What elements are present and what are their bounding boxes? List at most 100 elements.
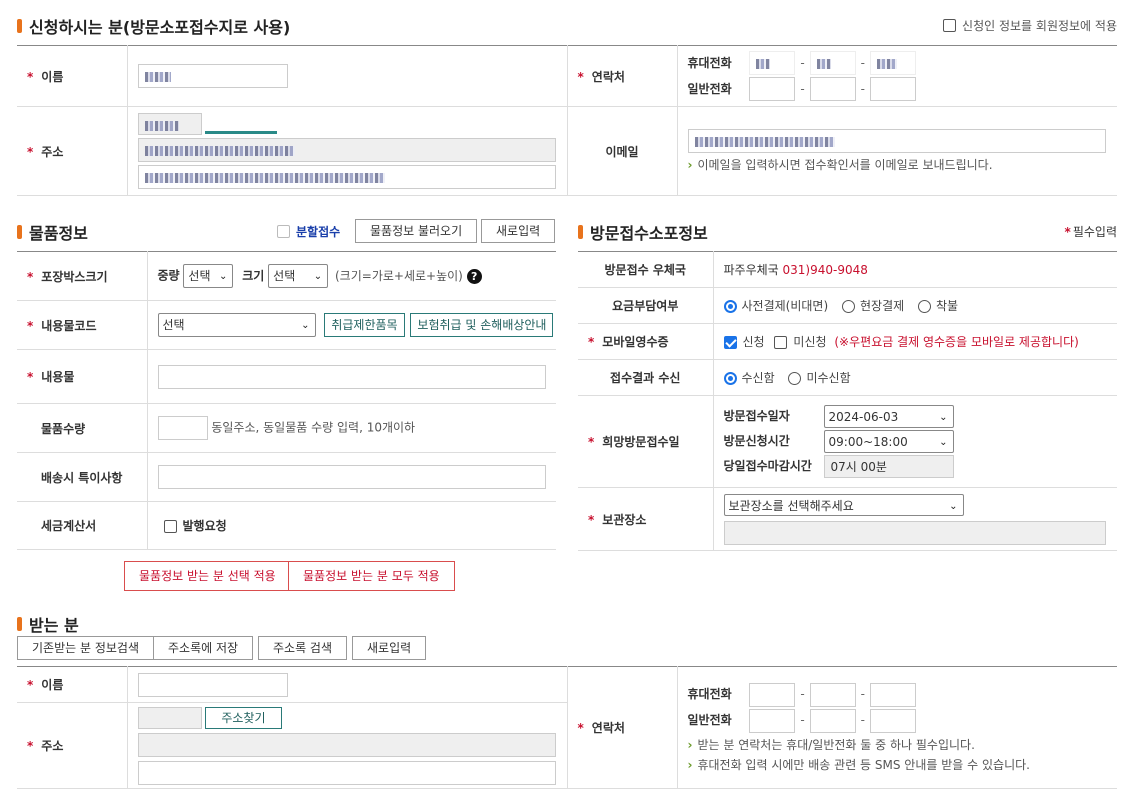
receipt-apply-checkbox[interactable]: 신청 (723, 335, 771, 349)
item-new-button[interactable]: 새로입력 (481, 219, 556, 243)
redacted-text (144, 71, 171, 82)
visit-time-select[interactable]: 09:00~18:00 ⌄ (823, 430, 954, 453)
deadline-label: 당일접수마감시간 (723, 459, 812, 473)
wish-date-label: * 희망방문접수일 (578, 395, 714, 488)
applicant-mobile-label: 휴대전화 (687, 55, 732, 70)
apply-all-receiver-button[interactable]: 물품정보 받는 분 모두 적용 (288, 561, 455, 591)
weight-select[interactable]: 선택 ⌄ (183, 264, 234, 288)
load-item-button[interactable]: 물품정보 불러오기 (355, 219, 478, 243)
storage-select[interactable]: 보관장소를 선택해주세요 ⌄ (723, 493, 964, 516)
size-label: 크기 (242, 268, 265, 283)
fee-option-cod[interactable]: 착불 (917, 299, 968, 313)
item-section-title: 물품정보 (17, 220, 88, 244)
section-bullet-icon (17, 617, 22, 631)
apply-member-info-checkbox[interactable]: 신청인 정보를 회원정보에 적용 (943, 17, 1117, 34)
save-address-book-button[interactable]: 주소록에 저장 (153, 636, 254, 660)
receiver-note-1: › 받는 분 연락처는 휴대/일반전화 둘 중 하나 필수입니다. (687, 737, 975, 752)
apply-member-info-label: 신청인 정보를 회원정보에 적용 (962, 19, 1117, 33)
applicant-address-label: * 주소 (17, 106, 128, 196)
receiver-phone-3[interactable] (870, 708, 917, 733)
time-label: 방문신청시간 (723, 434, 790, 448)
deadline-value: 07시 00분 (823, 455, 954, 478)
receiver-new-button[interactable]: 새로입력 (352, 636, 427, 660)
tax-issue-label: 발행요청 (182, 519, 227, 533)
applicant-address-detail-input[interactable] (137, 165, 556, 189)
visit-table: 방문접수 우체국 파주우체국 031)940-9048 요금부담여부 사전결제(… (578, 251, 1117, 551)
applicant-contact-label: * 연락처 (567, 45, 678, 107)
applicant-name-input[interactable] (137, 64, 288, 88)
receiver-address-input[interactable] (137, 732, 556, 757)
checkbox-icon[interactable] (277, 225, 290, 238)
split-label: 분할접수 (296, 225, 341, 239)
receiver-address-detail-input[interactable] (137, 760, 556, 785)
quantity-note: 동일주소, 동일물품 수량 입력, 10개이하 (211, 420, 416, 435)
receiver-section-title: 받는 분 (17, 612, 79, 636)
office-label: 방문접수 우체국 (578, 251, 714, 288)
receipt-note: (※우편요금 결제 영수증을 모바일로 제공합니다) (834, 335, 1079, 349)
date-label: 방문접수일자 (723, 409, 790, 423)
receiver-mobile-3[interactable] (870, 682, 917, 707)
fee-option-onsite[interactable]: 현장결제 (841, 299, 914, 313)
chevron-down-icon: ⌄ (313, 271, 323, 282)
receiver-postcode-input[interactable] (137, 706, 202, 729)
receiver-address-label: * 주소 (17, 702, 128, 789)
applicant-mobile-1[interactable] (749, 51, 796, 75)
storage-detail-input[interactable] (723, 520, 1106, 545)
special-label: 배송시 특이사항 (17, 452, 148, 502)
checkbox-icon[interactable] (943, 19, 957, 32)
box-size-label: * 포장박스크기 (17, 251, 148, 301)
applicant-address-input[interactable] (137, 138, 556, 162)
applicant-phone-1[interactable] (749, 77, 796, 101)
receiver-phone-2[interactable] (809, 708, 856, 733)
restricted-items-button[interactable]: 취급제한품목 (324, 313, 405, 337)
receipt-no-checkbox[interactable]: 미신청 (774, 335, 830, 349)
storage-label: * 보관장소 (578, 487, 714, 551)
applicant-phone-3[interactable] (870, 77, 917, 101)
insurance-info-button[interactable]: 보험취급 및 손해배상안내 (410, 313, 554, 337)
help-icon[interactable]: ? (466, 268, 482, 284)
size-select[interactable]: 선택 ⌄ (268, 264, 329, 288)
content-code-label: * 내용물코드 (17, 300, 148, 350)
receiver-name-input[interactable] (137, 672, 288, 697)
split-receipt-checkbox[interactable]: 분할접수 (277, 223, 340, 240)
visit-date-select[interactable]: 2024-06-03 ⌄ (823, 405, 954, 428)
office-info: 파주우체국 031)940-9048 (713, 251, 1117, 288)
chevron-down-icon: ⌄ (301, 320, 310, 331)
applicant-postcode-input[interactable] (137, 113, 202, 135)
receiver-table: * 이름 * 연락처 휴대전화 -- 일반전화 -- › 받는 분 연락처는 휴대/일… (17, 666, 1117, 789)
receiver-mobile-2[interactable] (809, 682, 856, 707)
content-code-select[interactable]: 선택 ⌄ (157, 313, 316, 337)
receiver-note-2: › 휴대전화 입력 시에만 배송 관련 등 SMS 안내를 받을 수 있습니다. (687, 757, 1030, 772)
section-bullet-icon (578, 225, 583, 239)
visit-section-title: 방문접수소포정보 (578, 220, 708, 244)
special-input[interactable] (157, 465, 546, 489)
fee-label: 요금부담여부 (578, 287, 714, 324)
receiver-mobile-1[interactable] (749, 682, 796, 707)
receiver-phone-label: 일반전화 (687, 713, 732, 727)
quantity-input[interactable] (157, 416, 208, 440)
applicant-email-input[interactable] (687, 129, 1106, 153)
search-previous-receiver-button[interactable]: 기존받는 분 정보검색 (17, 636, 154, 660)
email-note: › 이메일을 입력하시면 접수확인서를 이메일로 보내드립니다. (687, 158, 993, 172)
result-label: 접수결과 수신 (578, 359, 714, 396)
receiver-contact-label: * 연락처 (567, 666, 678, 789)
apply-selected-receiver-button[interactable]: 물품정보 받는 분 선택 적용 (124, 561, 291, 591)
result-option-no-receive[interactable]: 미수신함 (788, 371, 860, 385)
applicant-find-address-button[interactable] (205, 114, 278, 134)
search-address-book-button[interactable]: 주소록 검색 (258, 636, 348, 660)
chevron-down-icon: ⌄ (219, 271, 228, 282)
receiver-phone-1[interactable] (749, 708, 796, 733)
applicant-phone-2[interactable] (809, 77, 856, 101)
content-input[interactable] (157, 364, 546, 389)
applicant-name-label: * 이름 (17, 45, 128, 107)
applicant-phone-label: 일반전화 (687, 81, 732, 96)
size-hint: (크기=가로+세로+높이) (335, 268, 463, 283)
checkbox-icon[interactable] (163, 520, 177, 533)
content-label: * 내용물 (17, 349, 148, 404)
fee-option-prepaid[interactable]: 사전결제(비대면) (723, 299, 839, 313)
receiver-find-address-button[interactable]: 주소찾기 (205, 706, 282, 729)
result-option-receive[interactable]: 수신함 (723, 371, 785, 385)
tax-issue-checkbox[interactable]: 발행요청 (147, 501, 556, 550)
applicant-mobile-3[interactable] (870, 51, 917, 75)
applicant-mobile-2[interactable] (809, 51, 856, 75)
